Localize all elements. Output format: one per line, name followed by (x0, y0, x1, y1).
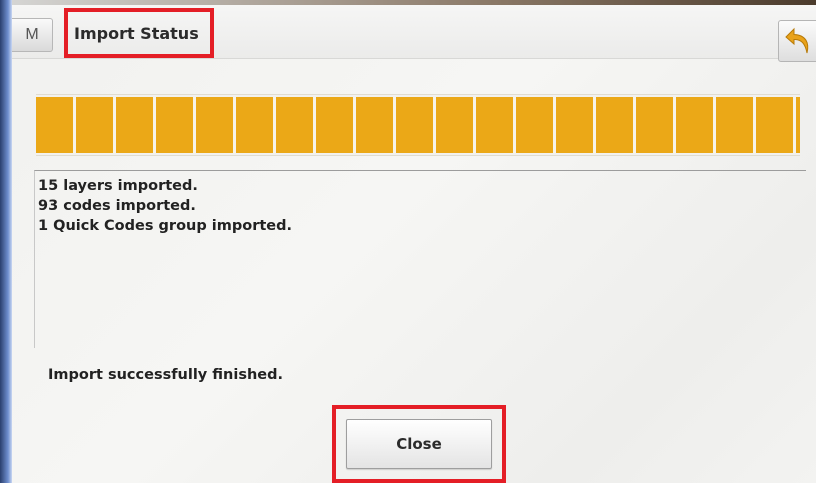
log-line: 93 codes imported. (38, 198, 196, 214)
menu-button[interactable]: M (12, 18, 53, 52)
progress-fill (36, 97, 800, 153)
log-line: 15 layers imported. (38, 178, 198, 194)
close-button[interactable]: Close (346, 419, 492, 469)
device-screen: M Import Status 15 layers imported. 93 c… (12, 0, 816, 483)
title-highlight-box: Import Status (64, 8, 214, 58)
close-highlight-box: Close (332, 405, 506, 483)
import-log: 15 layers imported. 93 codes imported. 1… (34, 170, 806, 348)
status-message: Import successfully finished. (48, 367, 284, 383)
import-progress-bar (36, 94, 800, 156)
log-line: 1 Quick Codes group imported. (38, 218, 293, 234)
page-title: Import Status (74, 23, 199, 43)
menu-m-icon: M (25, 26, 39, 43)
back-button[interactable] (778, 20, 816, 62)
title-bar: M Import Status (12, 0, 816, 62)
undo-arrow-icon (785, 27, 809, 54)
